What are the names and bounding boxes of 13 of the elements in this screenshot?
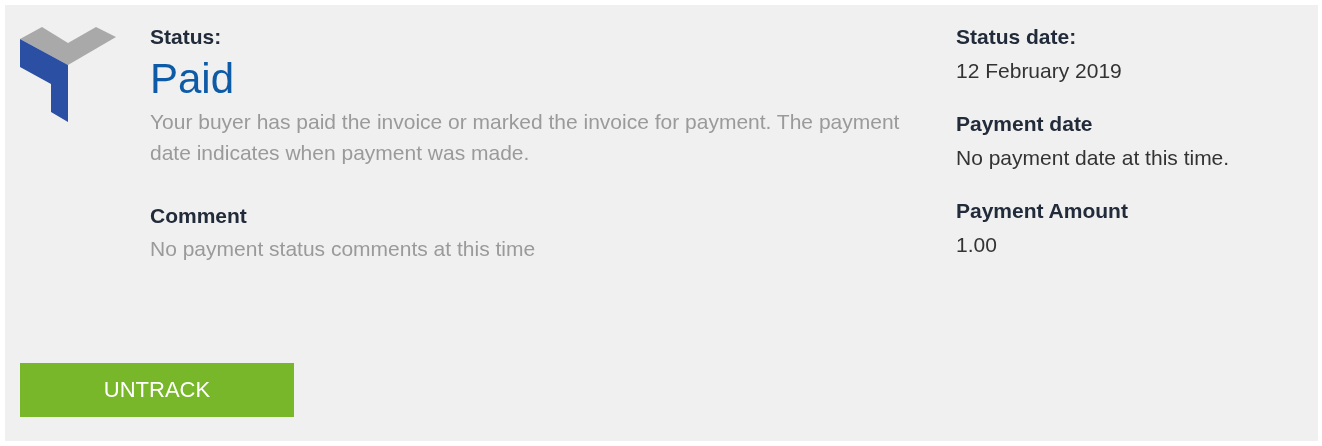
detail-label: Payment date bbox=[956, 112, 1094, 136]
untrack-button[interactable]: UNTRACK bbox=[20, 363, 294, 417]
detail-label: Status date: bbox=[956, 25, 1078, 49]
detail-value: 12 February 2019 bbox=[956, 58, 1123, 84]
logo-icon bbox=[20, 27, 116, 122]
status-value: Paid bbox=[150, 55, 236, 103]
detail-value: No payment date at this time. bbox=[956, 145, 1230, 171]
comment-label: Comment bbox=[150, 204, 248, 228]
status-description: Your buyer has paid the invoice or marked the invoice for payment. The payment date indicates when payment was made. bbox=[150, 109, 901, 166]
comment-text: No payment status comments at this time bbox=[150, 236, 537, 262]
detail-value: 1.00 bbox=[956, 232, 998, 258]
detail-label: Payment Amount bbox=[956, 199, 1129, 223]
status-label: Status: bbox=[150, 25, 223, 49]
